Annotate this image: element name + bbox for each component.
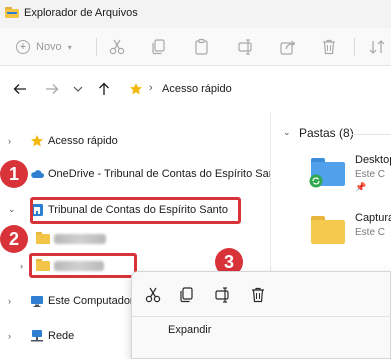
group-header[interactable]: Pastas (8): [299, 126, 354, 140]
chevron-right-icon[interactable]: ›: [20, 261, 23, 271]
sidebar-item-label-redacted: [54, 234, 106, 244]
command-bar: + Novo ▾: [0, 28, 391, 66]
forward-arrow-icon[interactable]: [44, 81, 60, 97]
cut-icon[interactable]: [144, 286, 162, 304]
file-name: Desktop: [355, 154, 391, 166]
new-button[interactable]: + Novo ▾: [16, 37, 72, 57]
chevron-down-icon[interactable]: [70, 81, 86, 97]
sidebar-item-quick-access[interactable]: › Acesso rápido: [0, 131, 270, 153]
file-name: Captura: [355, 212, 391, 224]
rename-icon[interactable]: [237, 38, 255, 56]
chevron-right-icon[interactable]: ›: [8, 136, 11, 146]
computer-icon: [31, 296, 43, 307]
expand-menu-item[interactable]: Expandir: [168, 324, 211, 336]
sidebar-item-onedrive[interactable]: OneDrive - Tribunal de Contas do Espírit…: [0, 164, 284, 186]
chevron-right-icon[interactable]: ›: [8, 331, 11, 341]
chevron-down-icon: ▾: [67, 42, 72, 52]
context-menu-divider: [132, 316, 391, 317]
file-item-desktop[interactable]: Desktop Este C 📌: [309, 150, 391, 198]
context-menu: Expandir: [131, 271, 391, 359]
chevron-right-icon[interactable]: ›: [8, 296, 11, 306]
file-explorer-app-icon: [5, 7, 19, 18]
highlight-box-tribunal: [30, 197, 241, 224]
star-icon: [31, 135, 43, 147]
toolbar-divider: [96, 38, 97, 56]
window-title: Explorador de Arquivos: [24, 7, 138, 19]
copy-icon[interactable]: [178, 286, 196, 304]
back-arrow-icon[interactable]: [12, 81, 28, 97]
up-arrow-icon[interactable]: [96, 81, 112, 97]
sync-icon: [309, 174, 323, 188]
folder-icon: [36, 232, 50, 246]
new-button-label: Novo: [36, 41, 62, 53]
step-badge-2: 2: [0, 225, 28, 253]
pin-icon: 📌: [355, 182, 367, 192]
copy-icon[interactable]: [150, 38, 168, 56]
breadcrumb-separator-icon: ›: [149, 82, 153, 94]
share-icon[interactable]: [279, 38, 297, 56]
title-bar: Explorador de Arquivos: [0, 0, 391, 28]
sort-icon[interactable]: [368, 38, 386, 56]
sidebar-item-label: Acesso rápido: [48, 135, 118, 147]
plus-icon: +: [16, 40, 30, 54]
address-path: Acesso rápido: [162, 83, 232, 95]
sidebar-item-label: Este Computador: [48, 295, 134, 307]
rename-icon[interactable]: [214, 286, 232, 304]
star-icon: [130, 83, 142, 95]
navigation-bar: › Acesso rápido: [0, 66, 391, 112]
cut-icon[interactable]: [108, 38, 126, 56]
chevron-down-icon[interactable]: ⌄: [283, 127, 291, 138]
folder-icon: [311, 216, 345, 244]
sidebar-item-label: Rede: [48, 330, 75, 342]
highlight-box-folder: [29, 253, 137, 278]
desktop-folder-icon: [309, 158, 345, 188]
file-item-captura[interactable]: Captura Este C: [311, 208, 391, 256]
file-location: Este C: [355, 169, 386, 180]
sidebar-item-label: OneDrive - Tribunal de Contas do Espírit…: [48, 168, 285, 180]
delete-icon[interactable]: [320, 38, 338, 56]
group-divider: [351, 134, 391, 135]
delete-icon[interactable]: [249, 286, 267, 304]
cloud-icon: [31, 170, 44, 178]
toolbar-divider: [354, 38, 355, 56]
file-location: Este C: [355, 227, 386, 238]
chevron-down-icon[interactable]: ⌄: [8, 204, 16, 215]
step-badge-1: 1: [0, 160, 28, 188]
network-icon: [31, 330, 43, 342]
paste-icon[interactable]: [193, 38, 211, 56]
address-field[interactable]: › Acesso rápido: [124, 78, 391, 102]
